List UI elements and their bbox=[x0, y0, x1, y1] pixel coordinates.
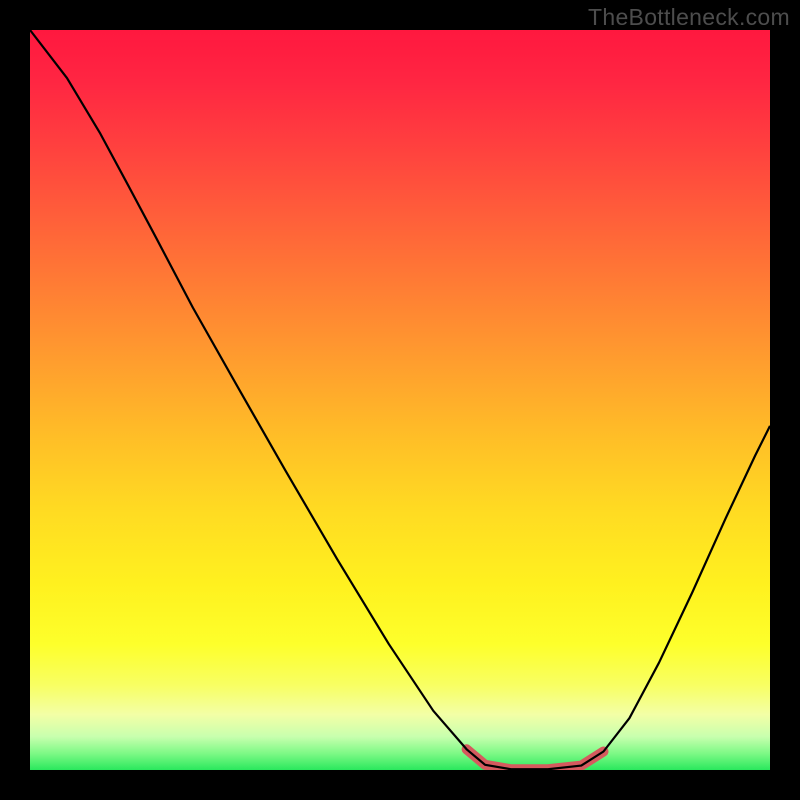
watermark-text: TheBottleneck.com bbox=[588, 4, 790, 31]
chart-container: TheBottleneck.com bbox=[0, 0, 800, 800]
plot-area bbox=[30, 30, 770, 770]
plot-svg bbox=[30, 30, 770, 770]
